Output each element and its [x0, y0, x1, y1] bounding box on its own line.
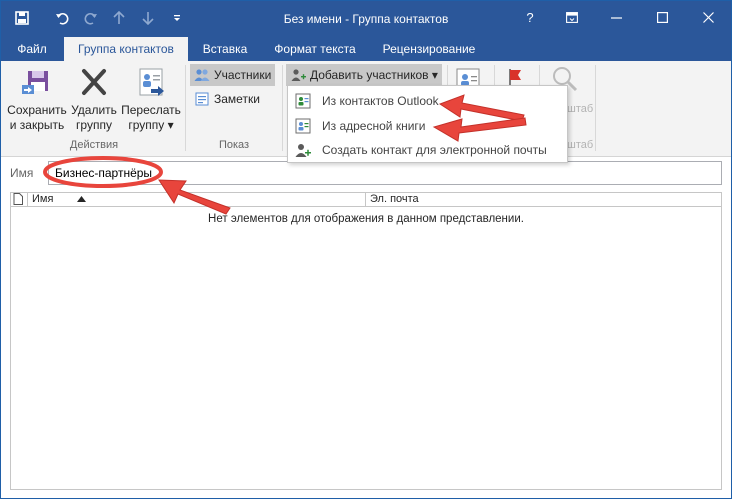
- name-label: Имя: [10, 166, 34, 180]
- notes-button[interactable]: Заметки: [190, 88, 264, 110]
- menu-item-label: Из контактов Outlook: [322, 94, 439, 108]
- notes-icon: [195, 92, 209, 106]
- members-list: Имя Эл. почта Нет элементов для отображе…: [10, 192, 722, 490]
- tab-review[interactable]: Рецензирование: [371, 37, 487, 61]
- delete-icon: [77, 65, 111, 99]
- column-separator: [365, 193, 366, 206]
- forward-icon: [134, 65, 168, 99]
- zoom-group-label-ghost: штаб: [567, 139, 594, 151]
- notes-label: Заметки: [214, 92, 260, 106]
- zoom-label-ghost: штаб: [567, 103, 594, 115]
- members-label: Участники: [214, 68, 272, 82]
- column-header-email[interactable]: Эл. почта: [370, 193, 710, 206]
- tab-file[interactable]: Файл: [1, 37, 63, 61]
- members-button[interactable]: Участники: [190, 64, 276, 86]
- empty-list-message: Нет элементов для отображения в данном п…: [208, 213, 524, 225]
- title-bar: Без имени - Группа контактов ?: [1, 1, 731, 37]
- delete-group-label-line1: Удалить: [71, 103, 117, 117]
- tab-contact-group[interactable]: Группа контактов: [64, 37, 188, 61]
- menu-item-from-address-book[interactable]: Из адресной книги: [292, 114, 564, 138]
- group-label-show: Показ: [218, 139, 250, 151]
- close-icon[interactable]: [685, 1, 731, 34]
- add-members-dropdown: Из контактов Outlook Из адресной книги С…: [287, 85, 568, 163]
- forward-group-label-line2: группу ▾: [128, 118, 174, 132]
- save-close-icon: [20, 65, 54, 99]
- menu-item-new-email-contact[interactable]: Создать контакт для электронной почты: [292, 138, 564, 162]
- add-members-icon: [291, 69, 306, 81]
- menu-item-label: Создать контакт для электронной почты: [322, 143, 547, 157]
- add-members-label: Добавить участников ▾: [310, 68, 438, 82]
- delete-group-label-line2: группу: [76, 118, 112, 132]
- add-members-button[interactable]: Добавить участников ▾: [286, 64, 442, 86]
- menu-item-label: Из адресной книги: [322, 119, 426, 133]
- menu-item-from-outlook-contacts[interactable]: Из контактов Outlook: [292, 89, 564, 113]
- group-separator: [185, 65, 186, 151]
- outlook-contacts-icon: [295, 93, 311, 109]
- group-separator: [282, 65, 283, 151]
- tab-insert[interactable]: Вставка: [191, 37, 259, 61]
- maximize-icon[interactable]: [639, 1, 685, 34]
- ribbon-display-options-icon[interactable]: [549, 1, 595, 34]
- column-separator: [27, 193, 28, 206]
- group-name-input[interactable]: [48, 161, 722, 185]
- save-close-label-line2: и закрыть: [9, 118, 65, 132]
- group-label-actions: Действия: [69, 139, 119, 151]
- ribbon-tabs: Файл Группа контактов Вставка Формат тек…: [1, 37, 731, 61]
- members-icon: [194, 69, 210, 81]
- help-button[interactable]: ?: [507, 1, 553, 34]
- group-separator: [595, 65, 596, 151]
- item-type-column-icon[interactable]: [13, 193, 27, 206]
- tab-format-text[interactable]: Формат текста: [263, 37, 367, 61]
- forward-group-button[interactable]: Переслать группу ▾: [119, 65, 183, 133]
- save-and-close-button[interactable]: Сохранить и закрыть: [5, 65, 69, 133]
- delete-group-button[interactable]: Удалить группу: [69, 65, 119, 133]
- list-header: Имя Эл. почта: [11, 193, 721, 207]
- sort-ascending-icon: [77, 193, 89, 206]
- new-contact-icon: [295, 144, 311, 157]
- save-close-label-line1: Сохранить: [7, 103, 67, 117]
- forward-group-label-line1: Переслать: [121, 103, 181, 117]
- address-book-icon: [295, 118, 311, 134]
- outlook-contact-group-window: Без имени - Группа контактов ? Файл Груп…: [0, 0, 732, 499]
- minimize-icon[interactable]: [593, 1, 639, 34]
